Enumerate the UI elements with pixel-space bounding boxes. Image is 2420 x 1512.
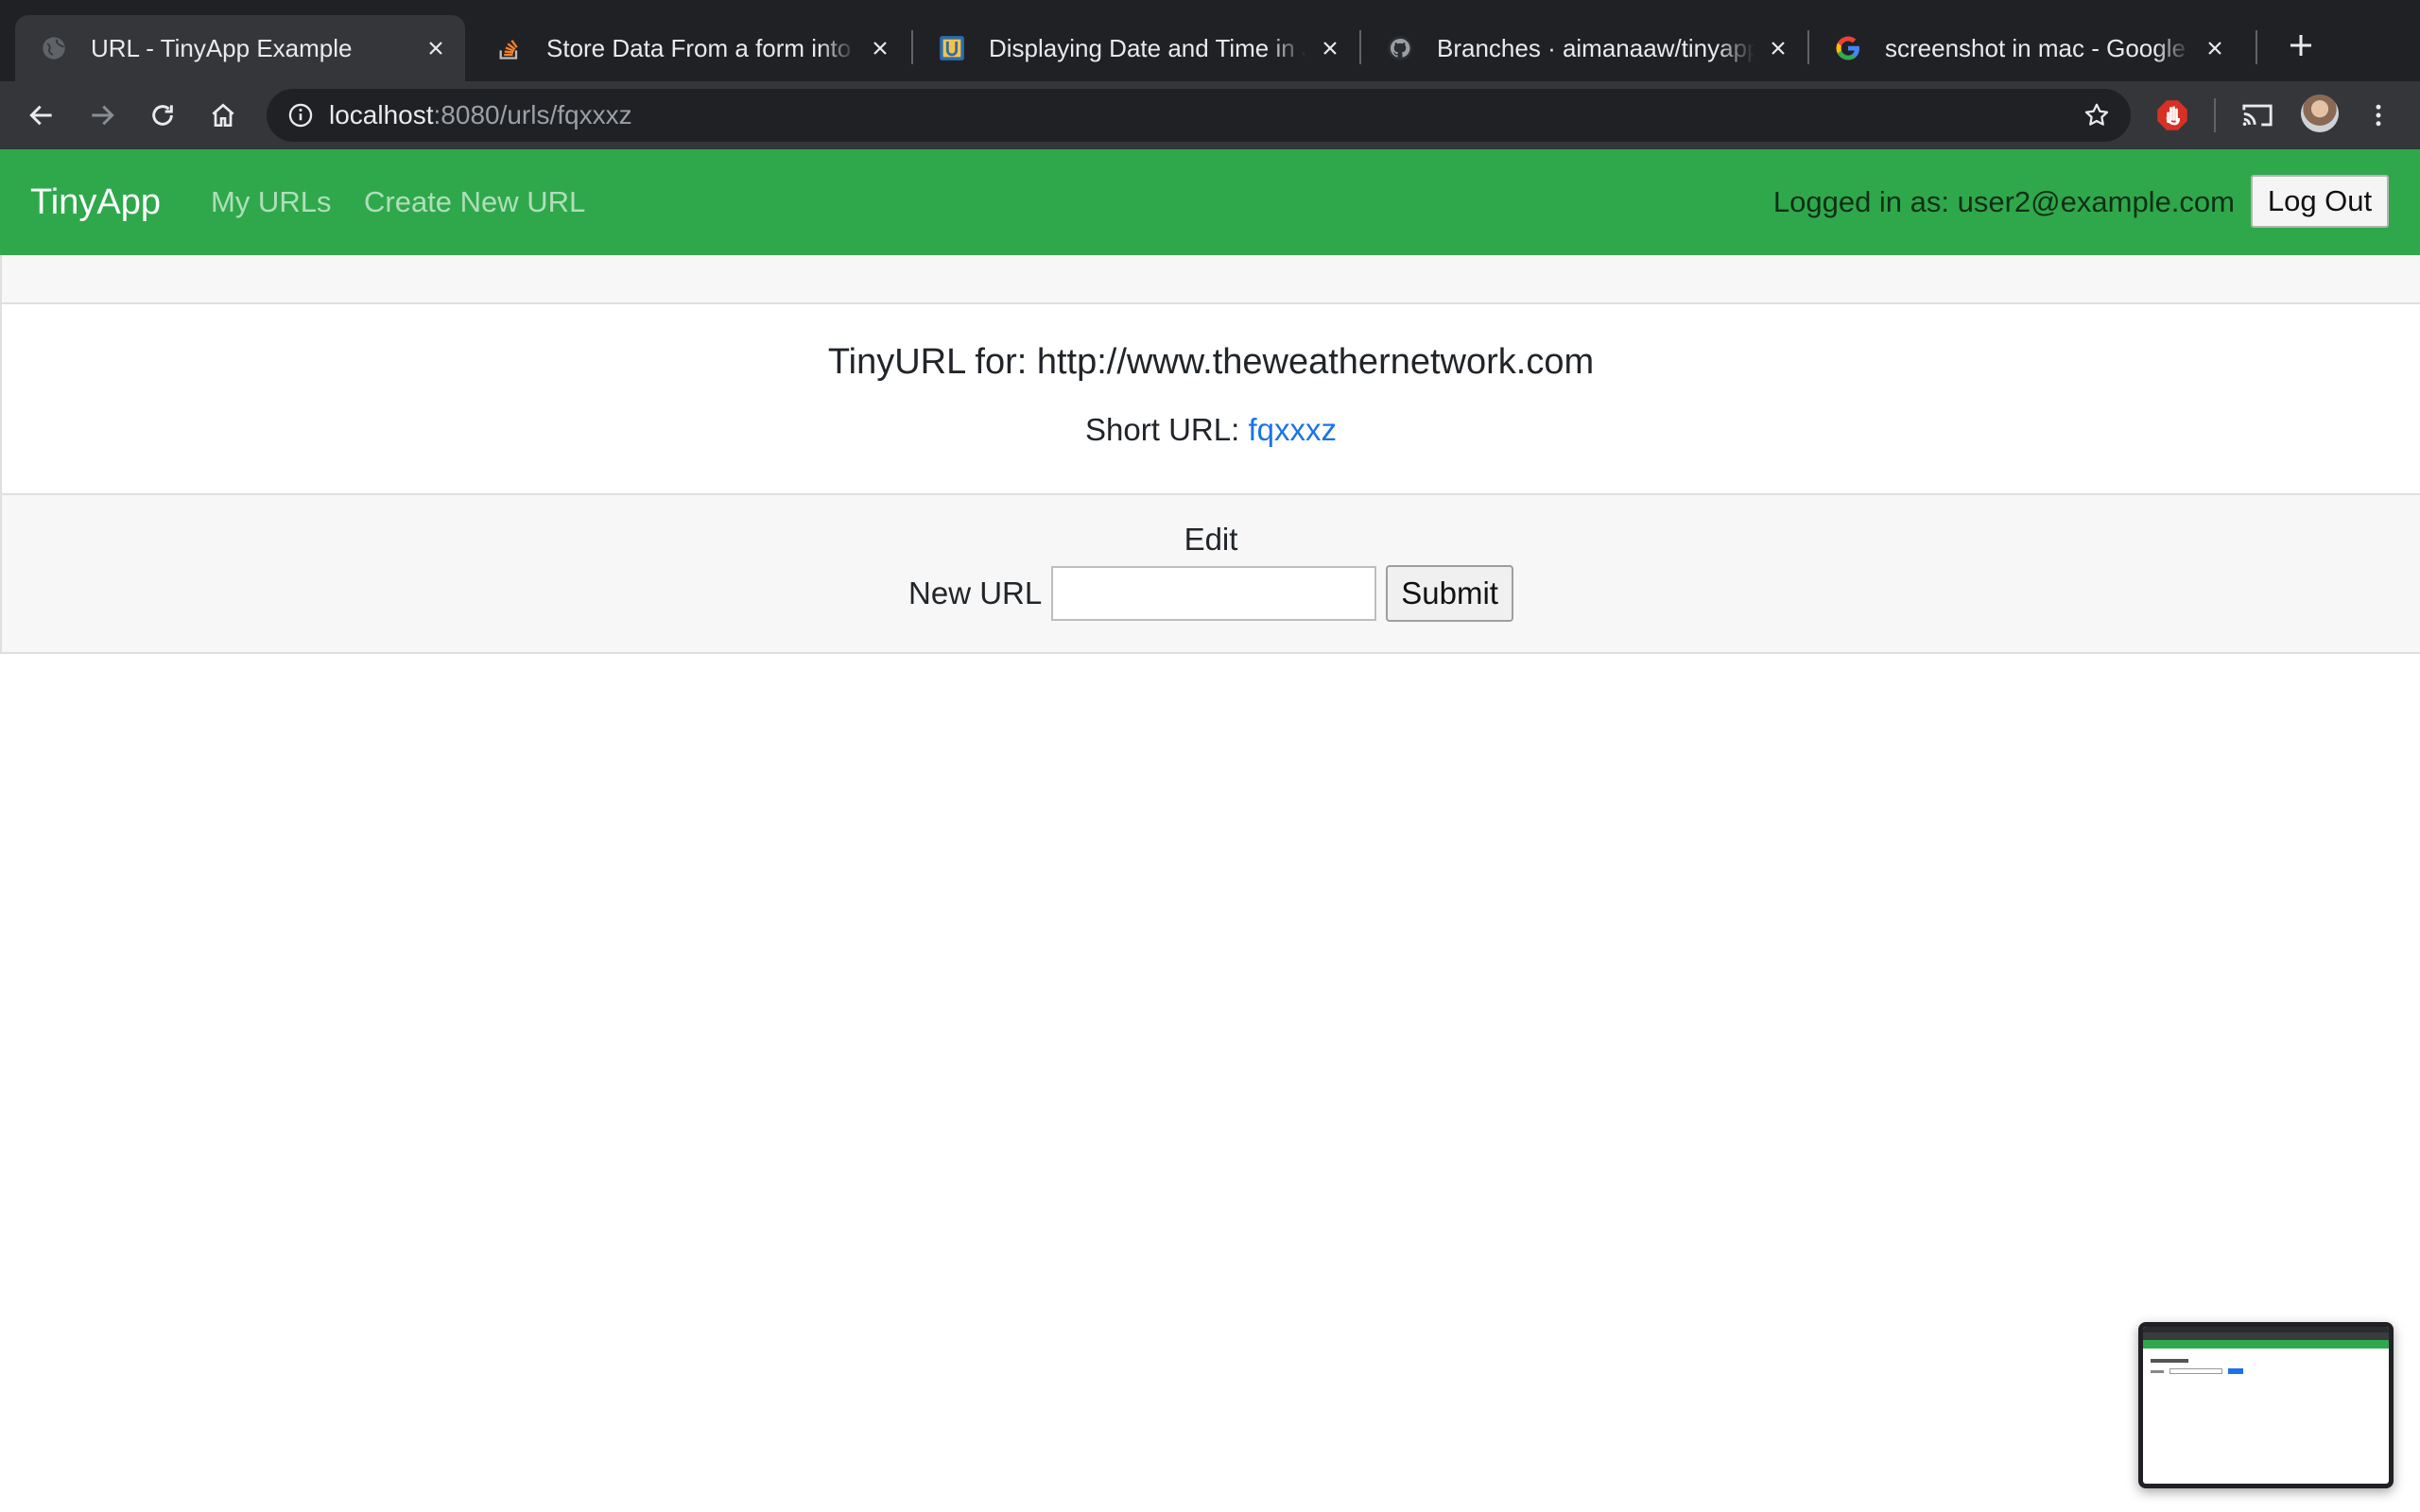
tab-store-data[interactable]: Store Data From a form into a JavaScript: [471, 15, 909, 81]
home-button[interactable]: [202, 94, 244, 136]
browser-toolbar: localhost:8080/urls/fqxxxz: [0, 81, 2420, 149]
tab-displaying-date[interactable]: Displaying Date and Time in JavaScript: [913, 15, 1359, 81]
card-header: [2, 255, 2420, 304]
home-icon: [212, 103, 234, 127]
adblock-hand-icon: [2157, 100, 2187, 130]
nav-create-new-url[interactable]: Create New URL: [364, 149, 585, 255]
reload-button[interactable]: [142, 94, 183, 136]
browser-tab-strip: URL - TinyApp Example Store Data From a …: [0, 0, 2420, 81]
short-url-link[interactable]: fqxxxz: [1248, 412, 1337, 447]
short-url-line: Short URL: fqxxxz: [2, 412, 2420, 448]
screenshot-thumbnail[interactable]: [2138, 1322, 2394, 1488]
close-tab-icon[interactable]: [1316, 34, 1344, 62]
cast-icon: [2242, 104, 2273, 127]
arrow-left-icon: [29, 105, 52, 126]
forward-button[interactable]: [81, 94, 123, 136]
close-tab-icon[interactable]: [422, 34, 450, 62]
card-body: TinyURL for: http://www.theweathernetwor…: [2, 304, 2420, 493]
short-url-label: Short URL:: [1085, 412, 1240, 447]
globe-icon: [40, 34, 68, 62]
arrow-right-icon: [92, 105, 114, 126]
app-navbar: TinyApp My URLs Create New URL Logged in…: [0, 149, 2420, 255]
address-text: localhost:8080/urls/fqxxxz: [329, 89, 632, 142]
thumbnail-preview: [2143, 1327, 2389, 1484]
new-url-input[interactable]: [1051, 566, 1377, 621]
new-url-label: New URL: [908, 576, 1043, 610]
back-button[interactable]: [21, 94, 62, 136]
tab-branches-github[interactable]: Branches · aimanaaw/tinyapp: [1361, 15, 1807, 81]
thumbnail-toolbar: [2143, 1332, 2389, 1340]
edit-url-form: New URL Submit: [2, 565, 2420, 622]
close-tab-icon[interactable]: [866, 34, 894, 62]
tab-title: Displaying Date and Time in JavaScript: [989, 33, 1306, 62]
cast-button[interactable]: [2237, 94, 2278, 136]
tab-google-search[interactable]: screenshot in mac - Google Search: [1809, 15, 2244, 81]
brand-link[interactable]: TinyApp: [30, 149, 161, 255]
thumbnail-input: [2169, 1368, 2222, 1374]
tab-url-tinyapp[interactable]: URL - TinyApp Example: [15, 15, 465, 81]
kebab-menu-icon: [2376, 104, 2381, 127]
thumbnail-navbar: [2143, 1340, 2389, 1349]
address-bar[interactable]: localhost:8080/urls/fqxxxz: [267, 89, 2131, 142]
thumbnail-button: [2228, 1368, 2243, 1374]
logout-button[interactable]: Log Out: [2251, 175, 2389, 228]
profile-avatar[interactable]: [2301, 94, 2339, 132]
address-path: :8080/urls/fqxxxz: [433, 100, 632, 129]
close-tab-icon[interactable]: [1764, 34, 1792, 62]
reload-icon: [152, 105, 173, 126]
thumbnail-label: [2151, 1370, 2164, 1373]
toolbar-divider: [2214, 98, 2216, 132]
browser-menu-button[interactable]: [2358, 94, 2399, 136]
nav-my-urls[interactable]: My URLs: [211, 149, 331, 255]
url-card: TinyURL for: http://www.theweathernetwor…: [0, 255, 2420, 654]
new-tab-button[interactable]: [2280, 25, 2322, 66]
tab-divider: [2256, 30, 2257, 64]
edit-heading: Edit: [1184, 522, 1238, 557]
bookmark-star-icon[interactable]: [2080, 98, 2114, 132]
close-tab-icon[interactable]: [2201, 34, 2229, 62]
address-host: localhost: [329, 100, 434, 129]
tab-title: URL - TinyApp Example: [91, 33, 353, 62]
card-title: TinyURL for: http://www.theweathernetwor…: [827, 342, 1595, 382]
plus-icon: [2290, 35, 2311, 56]
submit-button[interactable]: Submit: [1386, 565, 1513, 622]
tab-title: screenshot in mac - Google Search: [1885, 33, 2191, 62]
thumbnail-heading: [2151, 1359, 2188, 1363]
logged-in-text: Logged in as: user2@example.com: [1772, 185, 2235, 218]
tab-title: Branches · aimanaaw/tinyapp: [1437, 33, 1754, 62]
site-info-icon[interactable]: [285, 100, 316, 130]
card-footer: Edit New URL Submit: [2, 493, 2420, 652]
stackoverflow-icon: [495, 34, 524, 62]
u-square-icon: [938, 34, 966, 62]
github-icon: [1386, 34, 1414, 62]
adblock-extension-button[interactable]: [2152, 94, 2193, 136]
tab-title: Store Data From a form into a JavaScript: [546, 33, 856, 62]
google-icon: [1834, 34, 1862, 62]
